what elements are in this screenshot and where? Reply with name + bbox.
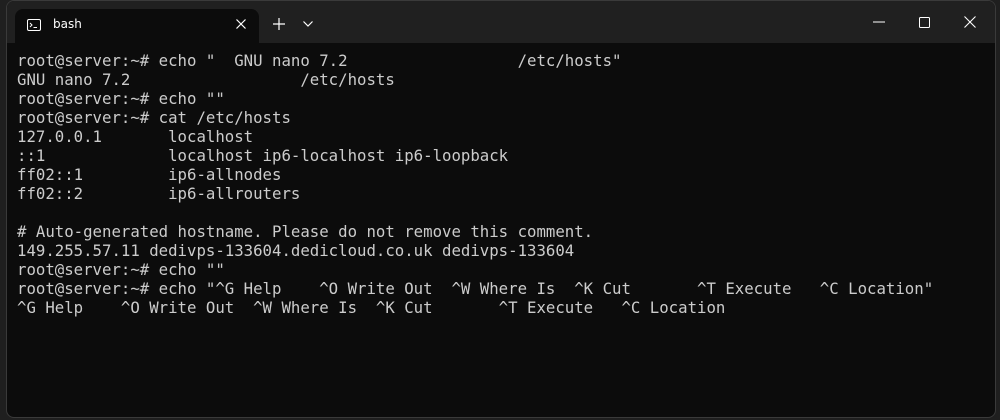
terminal-line: root@server:~# echo "" (17, 89, 225, 108)
terminal-line: ff02::1 ip6-allnodes (17, 165, 282, 184)
terminal-line: ^G Help ^O Write Out ^W Where Is ^K Cut … (17, 298, 726, 317)
terminal-icon (27, 18, 41, 31)
terminal-line: 149.255.57.11 dedivps-133604.dedicloud.c… (17, 241, 575, 260)
tab-label: bash (53, 17, 82, 31)
chevron-down-icon[interactable] (299, 14, 317, 34)
maximize-icon[interactable] (910, 9, 938, 35)
terminal-output[interactable]: root@server:~# echo " GNU nano 7.2 /etc/… (17, 51, 985, 411)
terminal-window: bash root@server:~# echo " GNU nano 7.2 … (6, 0, 996, 418)
terminal-line: root@server:~# cat /etc/hosts (17, 108, 291, 127)
terminal-line: 127.0.0.1 localhost (17, 127, 254, 146)
terminal-line: GNU nano 7.2 /etc/hosts (17, 70, 395, 89)
tab-bash[interactable]: bash (15, 9, 259, 43)
terminal-line: ::1 localhost ip6-localhost ip6-loopback (17, 146, 509, 165)
minimize-icon[interactable] (865, 9, 893, 35)
close-tab-icon[interactable] (231, 14, 251, 34)
terminal-line: root@server:~# echo "^G Help ^O Write Ou… (17, 279, 934, 298)
close-window-icon[interactable] (956, 9, 984, 35)
terminal-line: # Auto-generated hostname. Please do not… (17, 222, 594, 241)
new-tab-icon[interactable] (269, 14, 289, 34)
terminal-line: root@server:~# echo "" (17, 260, 225, 279)
terminal-line: ff02::2 ip6-allrouters (17, 184, 301, 203)
terminal-line: root@server:~# echo " GNU nano 7.2 /etc/… (17, 51, 622, 70)
title-bar: bash (7, 1, 995, 43)
